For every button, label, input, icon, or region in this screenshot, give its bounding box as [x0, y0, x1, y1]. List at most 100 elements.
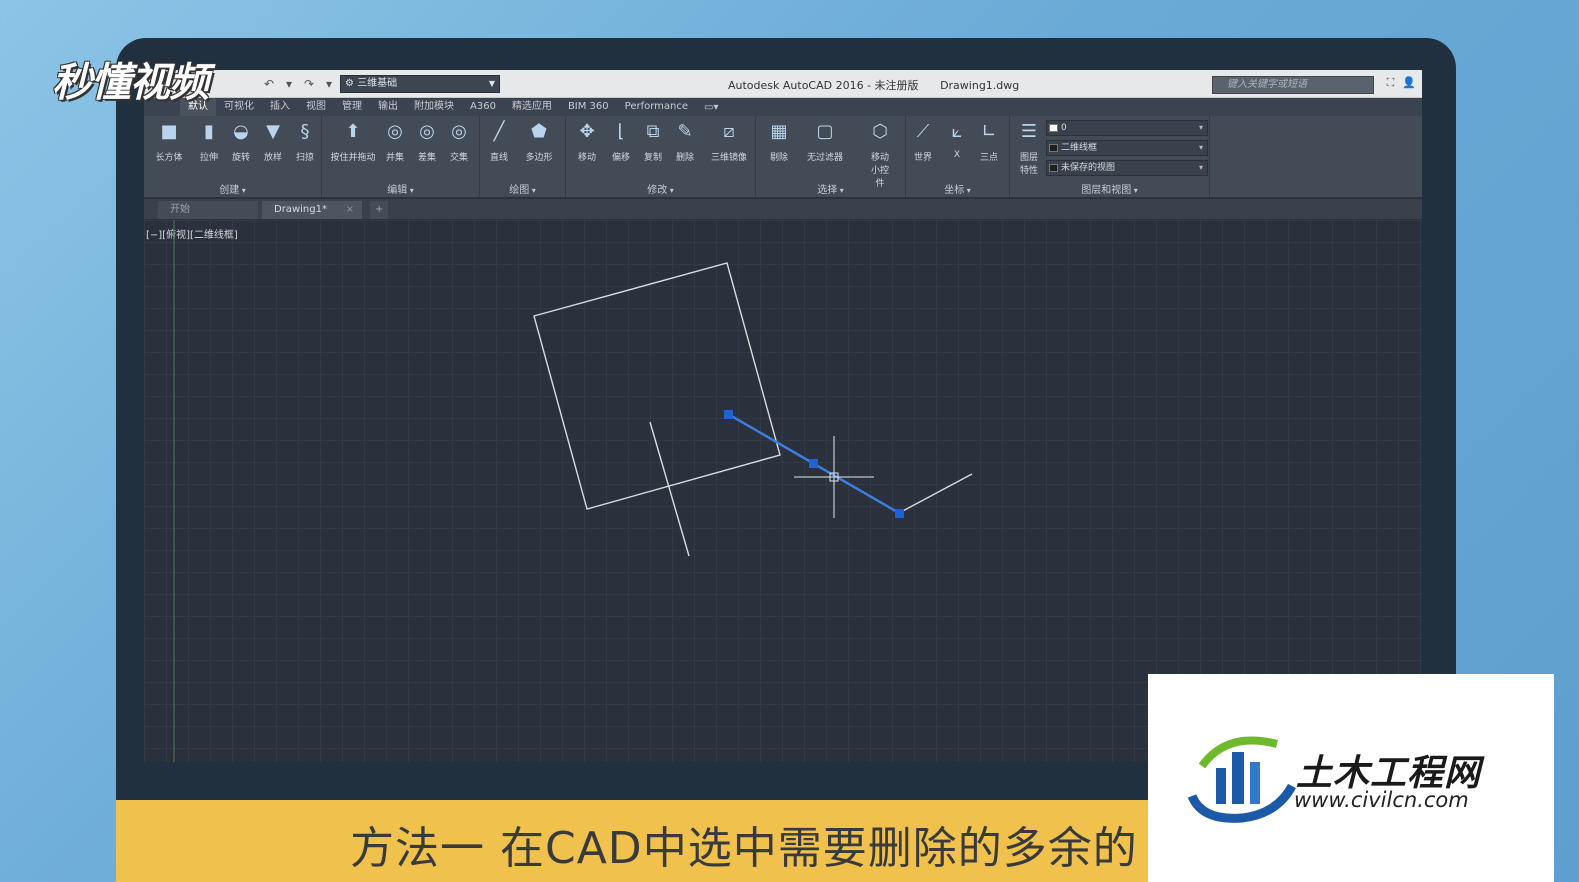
- tab-start[interactable]: 开始: [158, 201, 258, 219]
- panel-title-create[interactable]: 创建: [144, 181, 321, 196]
- tab-insert[interactable]: 插入: [262, 98, 298, 116]
- presspull-icon: ⬆: [345, 121, 361, 142]
- redo-icon[interactable]: ↷: [302, 77, 316, 91]
- cull-button[interactable]: ▦ 剔除: [762, 120, 796, 163]
- search-input[interactable]: 键入关键字或短语: [1212, 76, 1374, 94]
- file-tabs: 开始 Drawing1* × +: [144, 199, 1422, 219]
- layer-dropdown[interactable]: 0: [1046, 120, 1208, 136]
- subtract-icon: ◎: [419, 121, 435, 142]
- union-button[interactable]: ◎ 并集: [378, 120, 412, 163]
- tab-drawing1[interactable]: Drawing1* ×: [262, 201, 362, 219]
- visual-style-swatch: [1049, 144, 1058, 152]
- dropdown-icon[interactable]: ▾: [322, 77, 336, 91]
- panel-coordinates: ⟋ 世界 ⟀ X ∟ 三点 坐标: [906, 116, 1010, 198]
- title-icons: ⛶ 👤: [1387, 76, 1416, 90]
- panel-draw: ╱ 直线 ⬟ 多边形 绘图: [480, 116, 566, 198]
- tab-a360[interactable]: A360: [462, 98, 504, 116]
- workspace-label: 三维基础: [357, 78, 398, 89]
- no-filter-button[interactable]: ▢ 无过滤器: [800, 120, 850, 163]
- quick-access-toolbar: ↶ ▾ ↷ ▾: [262, 73, 336, 95]
- panel-title-coordinates[interactable]: 坐标: [906, 181, 1009, 196]
- ucs-world-button[interactable]: ⟋ 世界: [906, 120, 940, 163]
- panel-title-edit[interactable]: 编辑: [322, 181, 479, 196]
- move-button[interactable]: ✥ 移动: [570, 120, 604, 163]
- copy-icon: ⧉: [646, 121, 660, 142]
- logo-url[interactable]: www.civilcn.com: [1294, 788, 1469, 812]
- grip-mid[interactable]: [809, 459, 818, 468]
- panel-edit: ⬆ 按住并拖动 ◎ 并集 ◎ 差集 ◎ 交集 编辑: [322, 116, 480, 198]
- cull-icon: ▦: [770, 121, 788, 142]
- chevron-down-icon: ▼: [488, 79, 495, 88]
- layers-icon: ☰: [1020, 121, 1038, 142]
- visual-style-dropdown[interactable]: 二维线框: [1046, 140, 1208, 156]
- revolve-button[interactable]: ◒ 旋转: [224, 120, 258, 163]
- line-button[interactable]: ╱ 直线: [482, 120, 516, 163]
- erase-button[interactable]: ✎ 删除: [668, 120, 702, 163]
- subtract-button[interactable]: ◎ 差集: [410, 120, 444, 163]
- tab-bim360[interactable]: BIM 360: [560, 98, 617, 116]
- box-button[interactable]: ■ 长方体: [152, 120, 186, 163]
- binoculars-icon[interactable]: ⛶: [1387, 76, 1395, 90]
- polygon-icon: ⬟: [531, 121, 547, 142]
- line-segment[interactable]: [649, 421, 690, 557]
- panel-select: ▦ 剔除 ▢ 无过滤器 ⬡ 移动小控件 选择: [756, 116, 906, 198]
- panel-title-layers-view[interactable]: 图层和视图: [1010, 181, 1209, 196]
- rotated-rectangle[interactable]: [533, 262, 781, 510]
- ucs-3point-icon: ∟: [981, 121, 997, 142]
- loft-icon: ▼: [266, 121, 280, 142]
- extrude-icon: ▮: [204, 121, 214, 142]
- polygon-button[interactable]: ⬟ 多边形: [522, 120, 556, 163]
- grip-end[interactable]: [895, 509, 904, 518]
- panel-title-modify[interactable]: 修改: [566, 181, 755, 196]
- panel-modify: ✥ 移动 ⌊ 偏移 ⧉ 复制 ✎ 删除 ⧄ 三维镜像 修改: [566, 116, 756, 198]
- offset-icon: ⌊: [617, 121, 625, 142]
- ucs-world-icon: ⟋: [916, 121, 930, 142]
- move-gizmo-button[interactable]: ⬡ 移动小控件: [860, 120, 900, 189]
- sweep-button[interactable]: § 扫掠: [288, 120, 322, 163]
- mirror3d-button[interactable]: ⧄ 三维镜像: [706, 120, 752, 163]
- tab-performance[interactable]: Performance: [617, 98, 696, 116]
- document-name: Drawing1.dwg: [940, 79, 1020, 92]
- layer-properties-button[interactable]: ☰ 图层特性: [1012, 120, 1046, 176]
- ribbon: ■长方体 ▮拉伸 ◒旋转 ▼放样 §扫掠 创建 ⬆按住并拖动 ◎并集 ◎差集 ◎…: [144, 116, 1422, 198]
- user-icon[interactable]: 👤: [1402, 76, 1416, 90]
- title-bar: ↶ ▾ ↷ ▾ ⚙ 三维基础 ▼ Autodesk AutoCAD 2016 -…: [144, 70, 1422, 98]
- copy-button[interactable]: ⧉ 复制: [636, 120, 670, 163]
- tab-visualize[interactable]: 可视化: [216, 98, 262, 116]
- revolve-icon: ◒: [233, 121, 249, 142]
- offset-button[interactable]: ⌊ 偏移: [604, 120, 638, 163]
- panel-create: ■ 长方体 ▮ 拉伸 ◒ 旋转 ▼ 放样 § 扫掠 创建: [144, 116, 322, 198]
- ribbon-options-icon[interactable]: ▭▾: [696, 102, 726, 113]
- panel-title-draw[interactable]: 绘图: [480, 181, 565, 196]
- site-logo: 土木工程网 www.civilcn.com: [1148, 674, 1554, 882]
- window-title: Autodesk AutoCAD 2016 - 未注册版 Drawing1.dw…: [728, 77, 1019, 93]
- tab-addins[interactable]: 附加模块: [406, 98, 462, 116]
- move-icon: ✥: [579, 121, 595, 142]
- view-dropdown[interactable]: 未保存的视图: [1046, 160, 1208, 176]
- tab-view[interactable]: 视图: [298, 98, 334, 116]
- sweep-icon: §: [300, 121, 310, 142]
- ribbon-tabs: 默认 可视化 插入 视图 管理 输出 附加模块 A360 精选应用 BIM 36…: [144, 98, 1422, 116]
- extrude-button[interactable]: ▮ 拉伸: [192, 120, 226, 163]
- line-segment[interactable]: [898, 473, 973, 514]
- tab-manage[interactable]: 管理: [334, 98, 370, 116]
- view-swatch: [1049, 164, 1058, 172]
- tab-featured-apps[interactable]: 精选应用: [504, 98, 560, 116]
- undo-icon[interactable]: ↶: [262, 77, 276, 91]
- workspace-select[interactable]: ⚙ 三维基础 ▼: [340, 75, 500, 93]
- intersect-button[interactable]: ◎ 交集: [442, 120, 476, 163]
- loft-button[interactable]: ▼ 放样: [256, 120, 290, 163]
- new-tab-button[interactable]: +: [370, 201, 388, 219]
- gear-icon: ⚙: [345, 78, 354, 89]
- tab-output[interactable]: 输出: [370, 98, 406, 116]
- grip-start[interactable]: [724, 410, 733, 419]
- close-icon[interactable]: ×: [346, 201, 354, 219]
- ucs-x-button[interactable]: ⟀ X: [940, 120, 974, 160]
- dropdown-icon[interactable]: ▾: [282, 77, 296, 91]
- ucs-3point-button[interactable]: ∟ 三点: [972, 120, 1006, 163]
- watermark-logo: 秒懂视频: [52, 60, 209, 106]
- presspull-button[interactable]: ⬆ 按住并拖动: [328, 120, 378, 163]
- caption-text: 方法一 在CAD中选中需要删除的多余的: [350, 823, 1138, 874]
- eraser-icon: ✎: [677, 121, 693, 142]
- panel-title-select[interactable]: 选择: [756, 181, 905, 196]
